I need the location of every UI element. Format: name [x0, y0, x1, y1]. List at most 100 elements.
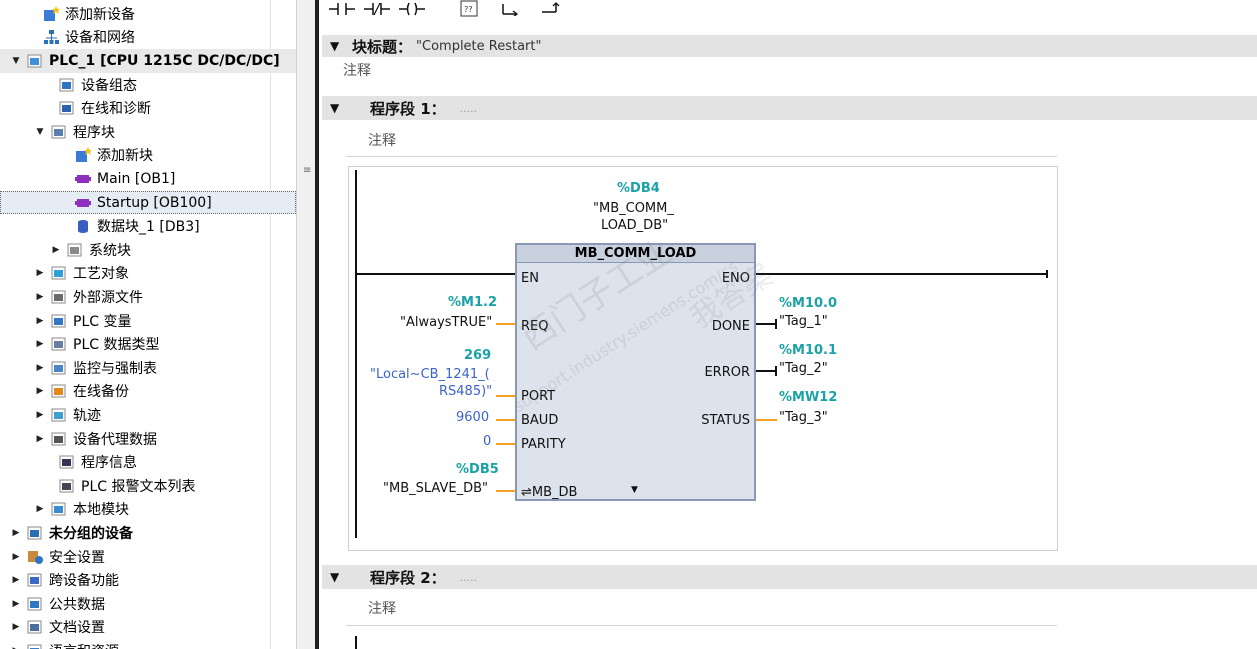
tree-item[interactable]: ▶ 在线备份	[0, 380, 296, 404]
collapse-triangle-icon[interactable]: ▼	[330, 39, 342, 53]
tree-item[interactable]: ▶ 跨设备功能	[0, 568, 296, 592]
tree-item[interactable]: ▶ 本地模块	[0, 498, 296, 522]
tree-item-label: 本地模块	[73, 502, 129, 519]
collapsed-arrow-icon[interactable]: ▶	[35, 504, 45, 514]
tree-item-label: Startup [OB100]	[97, 194, 212, 211]
req-wire	[496, 323, 515, 325]
collapsed-arrow-icon[interactable]: ▶	[35, 363, 45, 373]
tree-item[interactable]: ▶添加新设备	[0, 2, 296, 26]
plc-tags-icon	[51, 314, 66, 328]
collapsed-arrow-icon[interactable]: ▶	[11, 622, 21, 632]
network-2-comment[interactable]: 注释	[368, 598, 396, 618]
collapsed-arrow-icon[interactable]: ▶	[11, 528, 21, 538]
done-address[interactable]: %M10.0	[779, 296, 837, 311]
tree-item[interactable]: ▶PLC 报警文本列表	[0, 474, 296, 498]
tree-item[interactable]: ▶数据块_1 [DB3]	[0, 214, 296, 238]
port-tag-line2[interactable]: RS485)"	[439, 384, 492, 399]
ob-icon	[75, 174, 91, 183]
panel-splitter[interactable]: ≡	[296, 0, 319, 649]
no-contact-icon[interactable]	[326, 0, 358, 18]
program-blocks-icon	[51, 125, 66, 139]
port-tag-line1[interactable]: "Local~CB_1241_(	[370, 367, 490, 382]
req-tag[interactable]: "AlwaysTRUE"	[400, 315, 492, 330]
instance-db-name-line1[interactable]: "MB_COMM_	[593, 201, 674, 216]
collapse-triangle-icon[interactable]: ▼	[330, 570, 342, 584]
error-wire	[756, 370, 776, 372]
nc-contact-icon[interactable]	[361, 0, 393, 18]
tree-item[interactable]: ▶Startup [OB100]	[0, 190, 296, 215]
close-branch-icon[interactable]	[535, 0, 567, 18]
instance-db-address[interactable]: %DB4	[617, 181, 660, 196]
baud-value[interactable]: 9600	[456, 410, 489, 425]
tree-item[interactable]: ▶ 未分组的设备	[0, 521, 296, 545]
expanded-arrow-icon[interactable]: ▼	[35, 127, 45, 137]
network-1-comment[interactable]: 注释	[368, 130, 396, 150]
tree-item[interactable]: ▶语言和资源	[0, 639, 296, 649]
tree-item-label: 监控与强制表	[73, 360, 157, 377]
tree-item[interactable]: ▶ 公共数据	[0, 592, 296, 616]
parity-value[interactable]: 0	[483, 434, 491, 449]
collapsed-arrow-icon[interactable]: ▶	[35, 386, 45, 396]
tree-item-label: 程序信息	[81, 455, 137, 472]
expanded-arrow-icon[interactable]: ▼	[11, 56, 21, 66]
collapsed-arrow-icon[interactable]: ▶	[35, 410, 45, 420]
tree-item[interactable]: ▶ 系统块	[0, 238, 296, 262]
error-address[interactable]: %M10.1	[779, 343, 837, 358]
status-tag[interactable]: "Tag_3"	[779, 410, 828, 425]
tree-item[interactable]: ▶ 设备代理数据	[0, 427, 296, 451]
mb-comm-load-block[interactable]: MB_COMM_LOAD EN REQ PORT BAUD PARITY ⇌MB…	[515, 243, 756, 501]
tree-item[interactable]: ▶ 安全设置	[0, 545, 296, 569]
tree-item-label: 在线备份	[73, 384, 129, 401]
network-1-title-dots[interactable]: .....	[460, 102, 477, 115]
collapsed-arrow-icon[interactable]: ▶	[35, 339, 45, 349]
splitter-grip-icon[interactable]: ≡	[303, 166, 312, 176]
tree-item[interactable]: ▶在线和诊断	[0, 96, 296, 120]
collapsed-arrow-icon[interactable]: ▶	[11, 552, 21, 562]
pin-en: EN	[521, 271, 539, 286]
tree-item[interactable]: ▶ 文档设置	[0, 616, 296, 640]
mbdb-tag[interactable]: "MB_SLAVE_DB"	[383, 481, 488, 496]
block-title-bar[interactable]: ▼ 块标题： "Complete Restart"	[322, 35, 1257, 57]
collapsed-arrow-icon[interactable]: ▶	[35, 316, 45, 326]
tree-item[interactable]: ▶ 监控与强制表	[0, 356, 296, 380]
block-comment[interactable]: 注释	[343, 60, 371, 80]
tree-item[interactable]: ▶ 轨迹	[0, 403, 296, 427]
tree-item[interactable]: ▶ PLC 变量	[0, 309, 296, 333]
expand-pins-icon[interactable]: ▼	[631, 485, 638, 495]
ladder-toolbar: ??	[322, 0, 1257, 20]
error-tag[interactable]: "Tag_2"	[779, 361, 828, 376]
req-address[interactable]: %M1.2	[448, 295, 497, 310]
network-1-header[interactable]: ▼ 程序段 1： .....	[322, 96, 1257, 120]
collapsed-arrow-icon[interactable]: ▶	[35, 434, 45, 444]
collapsed-arrow-icon[interactable]: ▶	[51, 245, 61, 255]
collapsed-arrow-icon[interactable]: ▶	[11, 599, 21, 609]
port-value[interactable]: 269	[464, 348, 491, 363]
tree-item[interactable]: ▶设备组态	[0, 73, 296, 97]
tree-item[interactable]: ▶添加新块	[0, 144, 296, 168]
network-2-header[interactable]: ▼ 程序段 2： .....	[322, 565, 1257, 589]
block-title-value[interactable]: "Complete Restart"	[416, 39, 541, 54]
tree-item[interactable]: ▶ PLC 数据类型	[0, 332, 296, 356]
empty-box-icon[interactable]: ??	[453, 0, 485, 18]
tree-item[interactable]: ▼ PLC_1 [CPU 1215C DC/DC/DC]	[0, 49, 296, 73]
instance-db-name-line2[interactable]: LOAD_DB"	[601, 218, 668, 233]
tree-item[interactable]: ▼ 程序块	[0, 120, 296, 144]
tree-item[interactable]: ▶ 外部源文件	[0, 285, 296, 309]
open-branch-icon[interactable]	[494, 0, 526, 18]
tree-item-label: PLC 报警文本列表	[81, 478, 196, 495]
status-address[interactable]: %MW12	[779, 390, 837, 405]
collapse-triangle-icon[interactable]: ▼	[330, 101, 342, 115]
pin-eno: ENO	[721, 271, 750, 286]
tree-item[interactable]: ▶ 工艺对象	[0, 262, 296, 286]
collapsed-arrow-icon[interactable]: ▶	[35, 292, 45, 302]
network-2-title-dots[interactable]: .....	[460, 571, 477, 584]
tree-item[interactable]: ▶Main [OB1]	[0, 167, 296, 191]
coil-icon[interactable]	[396, 0, 428, 18]
traces-icon	[51, 408, 66, 422]
collapsed-arrow-icon[interactable]: ▶	[11, 575, 21, 585]
mbdb-address[interactable]: %DB5	[456, 462, 499, 477]
tree-item[interactable]: ▶设备和网络	[0, 26, 296, 50]
collapsed-arrow-icon[interactable]: ▶	[35, 268, 45, 278]
done-tag[interactable]: "Tag_1"	[779, 314, 828, 329]
tree-item[interactable]: ▶程序信息	[0, 450, 296, 474]
